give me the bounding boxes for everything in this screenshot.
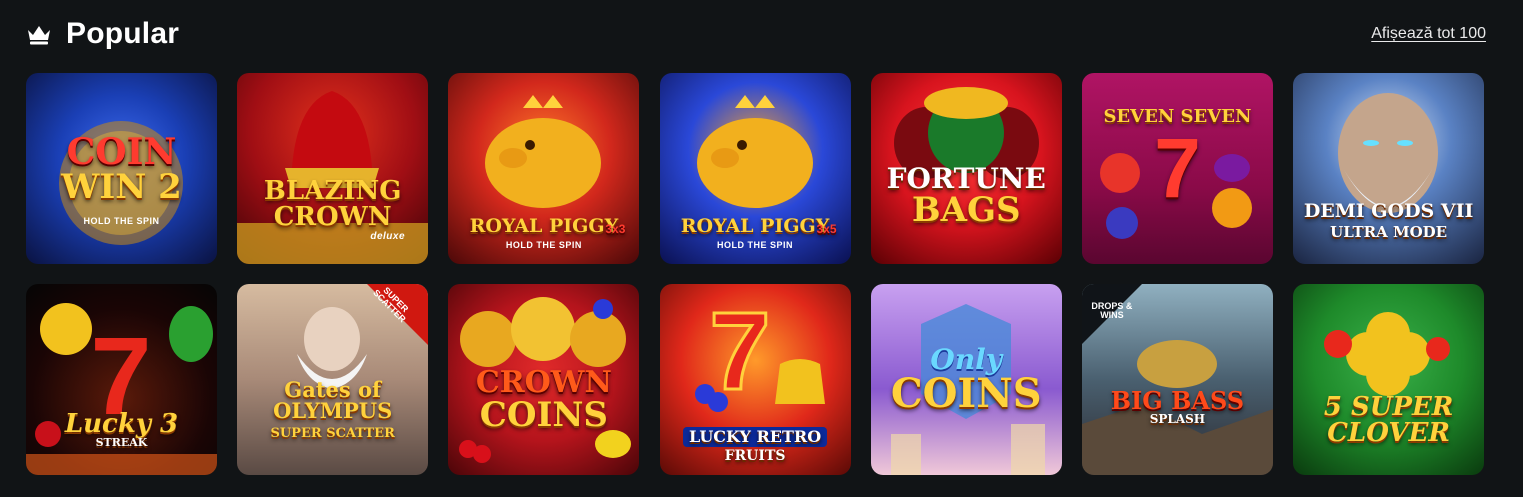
crown-icon — [26, 23, 52, 45]
game-title: Lucky 3 STREAK — [64, 409, 179, 449]
game-tile-royal-piggy-3x5[interactable]: ROYAL PIGGY 3x5 HOLD THE SPIN — [659, 73, 851, 264]
game-tile-demi-gods-vii[interactable]: DEMI GODS VII ULTRA MODE — [1293, 73, 1485, 264]
game-tile-seven-seven[interactable]: SEVEN SEVEN 7 — [1081, 73, 1273, 264]
game-tile-big-bass-splash[interactable]: DROPS & WINS BIG BASS SPLASH — [1081, 284, 1273, 475]
game-title: Gates of OLYMPUS SUPER SCATTER — [270, 377, 395, 441]
game-title: ROYAL PIGGY — [680, 214, 830, 237]
see-all-link[interactable]: Afișează tot 100 — [1371, 25, 1486, 43]
game-title: BLAZING CROWN — [263, 175, 402, 232]
game-subtitle: HOLD THE SPIN — [505, 240, 582, 250]
game-title: FORTUNE BAGS — [886, 162, 1046, 230]
game-title: Only COINS — [890, 342, 1042, 417]
game-subtitle: deluxe — [370, 231, 406, 242]
game-title: 5 SUPER CLOVER — [1323, 391, 1454, 448]
game-title: LUCKY RETRO FRUITS — [675, 426, 835, 463]
game-title: ROYAL PIGGY — [469, 214, 619, 237]
game-subtitle: HOLD THE SPIN — [83, 216, 160, 226]
drops-wins-badge: DROPS & WINS — [1091, 301, 1133, 321]
game-variant: 3x5 — [816, 222, 837, 237]
game-tile-crown-coins[interactable]: CROWN COINS — [448, 284, 640, 475]
section-title-wrap: Popular — [26, 17, 179, 51]
game-tile-lucky-retro-fruits[interactable]: 7 LUCKY RETRO FRUITS — [659, 284, 851, 475]
game-tile-blazing-crown[interactable]: BLAZING CROWN deluxe — [237, 73, 429, 264]
game-subtitle: HOLD THE SPIN — [717, 240, 794, 250]
game-tile-only-coins[interactable]: Only COINS — [870, 284, 1062, 475]
game-title: CROWN COINS — [475, 364, 612, 435]
game-tile-royal-piggy-3x3[interactable]: ROYAL PIGGY 3x3 HOLD THE SPIN — [448, 73, 640, 264]
section-header: Popular Afișează tot 100 — [26, 14, 1486, 54]
game-tile-gates-of-olympus[interactable]: SUPER SCATTER Gates of OLYMPUS SUPER SCA… — [237, 284, 429, 475]
section-title: Popular — [66, 17, 180, 50]
game-title: COIN WIN 2 — [61, 130, 182, 207]
game-tile-coin-win-2[interactable]: COIN WIN 2 HOLD THE SPIN — [26, 73, 217, 264]
game-variant: 3x3 — [605, 222, 626, 237]
games-grid: COIN WIN 2 HOLD THE SPIN BLAZING CROWN d… — [26, 73, 1485, 475]
game-title: BIG BASS SPLASH — [1110, 386, 1245, 426]
game-title: DEMI GODS VII ULTRA MODE — [1303, 200, 1474, 241]
game-tile-fortune-bags[interactable]: FORTUNE BAGS — [870, 73, 1062, 264]
game-title: SEVEN SEVEN 7 — [1103, 105, 1252, 215]
game-tile-lucky-streak-3[interactable]: 7 Lucky 3 STREAK — [26, 284, 217, 475]
game-tile-5-super-clover[interactable]: 5 SUPER CLOVER — [1293, 284, 1485, 475]
